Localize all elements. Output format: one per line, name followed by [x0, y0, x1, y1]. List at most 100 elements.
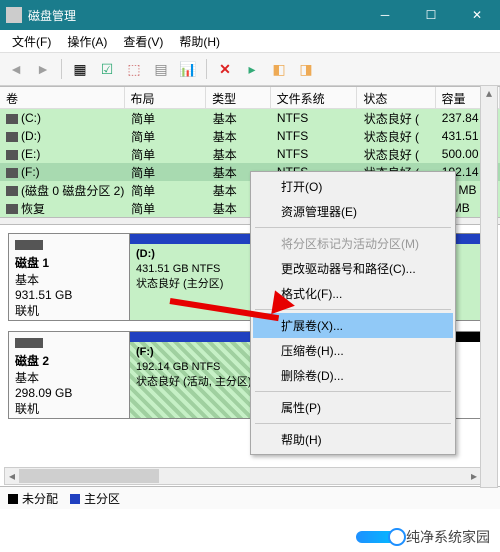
table-row[interactable]: (D:)简单基本NTFS状态良好 (431.51 G	[0, 127, 500, 145]
toolbar-button[interactable]: ⬚	[122, 57, 146, 81]
menu-file[interactable]: 文件(F)	[4, 31, 59, 52]
cell-layout: 简单	[125, 181, 207, 200]
ctx-shrink-volume[interactable]: 压缩卷(H)...	[253, 338, 453, 363]
toolbar-button[interactable]: ▦	[68, 57, 92, 81]
disk-size: 931.51 GB	[15, 288, 72, 302]
cell-status: 状态良好 (	[358, 145, 436, 164]
disk-status: 联机	[15, 304, 39, 318]
disk-name: 磁盘 1	[15, 256, 49, 270]
ctx-open[interactable]: 打开(O)	[253, 174, 453, 199]
volume-icon	[6, 204, 18, 214]
cell-layout: 简单	[125, 109, 207, 128]
ctx-delete-volume[interactable]: 删除卷(D)...	[253, 363, 453, 388]
cell-fs: NTFS	[271, 128, 358, 144]
table-row[interactable]: (E:)简单基本NTFS状态良好 (500.00 G	[0, 145, 500, 163]
volume-icon	[6, 186, 18, 196]
scroll-thumb[interactable]	[19, 469, 159, 483]
legend-swatch	[8, 494, 18, 504]
scroll-left-icon[interactable]: ◂	[5, 468, 19, 484]
ctx-mark-active: 将分区标记为活动分区(M)	[253, 231, 453, 256]
watermark: 纯净系统家园	[0, 522, 500, 552]
window-title: 磁盘管理	[28, 7, 362, 24]
col-status[interactable]: 状态	[357, 87, 435, 108]
legend-item: 主分区	[70, 490, 120, 507]
partition-bar	[130, 332, 270, 342]
cell-volume: (磁盘 0 磁盘分区 2)	[0, 181, 125, 200]
toolbar-button[interactable]: ▸	[240, 57, 264, 81]
partition-selected[interactable]: (F:) 192.14 GB NTFS 状态良好 (活动, 主分区)	[130, 332, 270, 418]
disk-type: 基本	[15, 273, 39, 287]
cell-type: 基本	[207, 127, 271, 146]
col-fs[interactable]: 文件系统	[271, 87, 358, 108]
menu-view[interactable]: 查看(V)	[115, 31, 171, 52]
table-row[interactable]: (C:)简单基本NTFS状态良好 (237.84 G	[0, 109, 500, 127]
cell-fs: NTFS	[271, 110, 358, 126]
toolbar-button[interactable]: ☑	[95, 57, 119, 81]
delete-icon[interactable]: ✕	[213, 57, 237, 81]
col-volume[interactable]: 卷	[0, 87, 125, 108]
disk-header[interactable]: 磁盘 1 基本 931.51 GB 联机	[9, 234, 130, 320]
volume-icon	[6, 132, 18, 142]
toolbar-button[interactable]: ▤	[149, 57, 173, 81]
window: 磁盘管理 ─ ☐ ✕ 文件(F) 操作(A) 查看(V) 帮助(H) ◄ ► ▦…	[0, 0, 500, 552]
cell-volume: (F:)	[0, 164, 125, 180]
cell-volume: (C:)	[0, 110, 125, 126]
disk-icon	[15, 338, 43, 348]
app-icon	[6, 7, 22, 23]
back-icon: ◄	[4, 57, 28, 81]
toolbar-button[interactable]: ◧	[267, 57, 291, 81]
menu-action[interactable]: 操作(A)	[59, 31, 115, 52]
disk-size: 298.09 GB	[15, 386, 72, 400]
menu-separator	[255, 423, 451, 424]
cell-fs: NTFS	[271, 146, 358, 162]
cell-volume: (D:)	[0, 128, 125, 144]
cell-volume: (E:)	[0, 146, 125, 162]
col-layout[interactable]: 布局	[125, 87, 207, 108]
disk-header[interactable]: 磁盘 2 基本 298.09 GB 联机	[9, 332, 130, 418]
maximize-button[interactable]: ☐	[408, 0, 454, 30]
separator	[206, 59, 207, 79]
ctx-properties[interactable]: 属性(P)	[253, 395, 453, 420]
close-button[interactable]: ✕	[454, 0, 500, 30]
toolbar-button[interactable]: 📊	[176, 57, 200, 81]
ctx-change-drive[interactable]: 更改驱动器号和路径(C)...	[253, 256, 453, 281]
cell-status: 状态良好 (	[358, 109, 436, 128]
vertical-scrollbar[interactable]: ▴	[480, 85, 498, 488]
disk-status: 联机	[15, 402, 39, 416]
partition-label: (D:)	[136, 248, 155, 260]
horizontal-scrollbar[interactable]: ◂ ▸	[4, 467, 482, 485]
partition-label: (F:)	[136, 346, 154, 358]
table-header: 卷 布局 类型 文件系统 状态 容量	[0, 87, 500, 109]
partition-size: 431.51 GB NTFS	[136, 263, 220, 275]
toolbar: ◄ ► ▦ ☑ ⬚ ▤ 📊 ✕ ▸ ◧ ◨	[0, 53, 500, 86]
separator	[61, 59, 62, 79]
scroll-up-icon[interactable]: ▴	[481, 86, 497, 100]
ctx-extend-volume[interactable]: 扩展卷(X)...	[253, 313, 453, 338]
partition-status: 状态良好 (主分区)	[136, 278, 223, 290]
legend-item: 未分配	[8, 490, 58, 507]
menubar: 文件(F) 操作(A) 查看(V) 帮助(H)	[0, 30, 500, 53]
volume-icon	[6, 168, 18, 178]
cell-layout: 简单	[125, 145, 207, 164]
cell-layout: 简单	[125, 163, 207, 182]
cell-type: 基本	[207, 145, 271, 164]
toolbar-button[interactable]: ◨	[294, 57, 318, 81]
cell-status: 状态良好 (	[358, 127, 436, 146]
ctx-explorer[interactable]: 资源管理器(E)	[253, 199, 453, 224]
disk-type: 基本	[15, 371, 39, 385]
footer-text: 纯净系统家园	[406, 527, 490, 547]
scroll-right-icon[interactable]: ▸	[467, 468, 481, 484]
footer-logo-icon	[356, 531, 400, 543]
volume-icon	[6, 150, 18, 160]
ctx-help[interactable]: 帮助(H)	[253, 427, 453, 452]
cell-volume: 恢复	[0, 199, 125, 218]
menu-separator	[255, 391, 451, 392]
disk-icon	[15, 240, 43, 250]
titlebar: 磁盘管理 ─ ☐ ✕	[0, 0, 500, 30]
cell-type: 基本	[207, 109, 271, 128]
legend-swatch	[70, 494, 80, 504]
minimize-button[interactable]: ─	[362, 0, 408, 30]
menu-help[interactable]: 帮助(H)	[171, 31, 228, 52]
col-type[interactable]: 类型	[206, 87, 270, 108]
menu-separator	[255, 227, 451, 228]
